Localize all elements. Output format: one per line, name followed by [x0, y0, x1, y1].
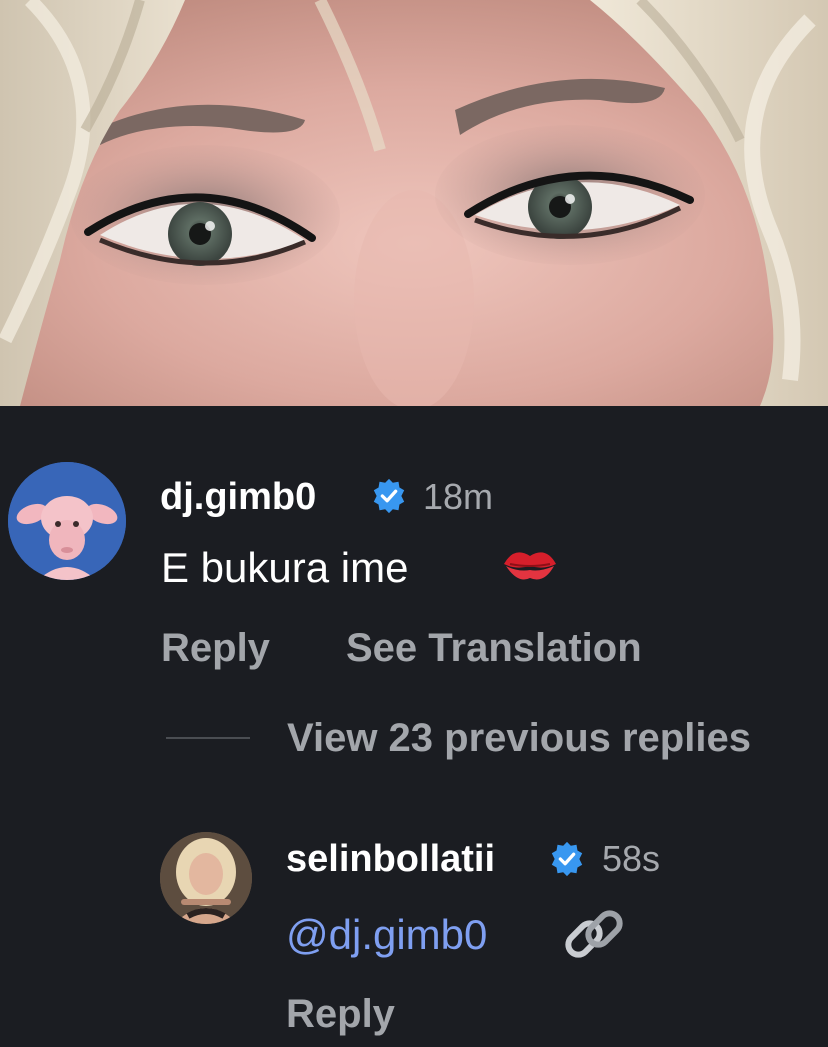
- see-translation-button[interactable]: See Translation: [346, 626, 642, 671]
- replies-divider-line: [166, 737, 250, 739]
- verified-badge-icon: [373, 478, 405, 514]
- comments-section: dj.gimb0 18m E bukura ime Reply See Tran…: [0, 406, 828, 1047]
- post-photo: [0, 0, 828, 406]
- comment-text: E bukura ime: [161, 544, 409, 591]
- comment-username[interactable]: dj.gimb0: [160, 476, 316, 519]
- verified-badge-icon: [551, 841, 583, 877]
- avatar-pink-sheep[interactable]: [8, 462, 126, 580]
- reply-button[interactable]: Reply: [286, 992, 395, 1037]
- face-photo-illustration: [0, 0, 828, 406]
- woman-portrait-icon: [160, 832, 252, 924]
- mention-link[interactable]: @dj.gimb0: [286, 911, 487, 959]
- view-previous-replies-button[interactable]: View 23 previous replies: [287, 716, 751, 761]
- comment-timestamp: 58s: [602, 838, 661, 879]
- comment-timestamp: 18m: [423, 476, 494, 517]
- kiss-mark-icon: [504, 552, 556, 580]
- link-chain-icon: [565, 910, 623, 958]
- comment-username[interactable]: selinbollatii: [286, 838, 495, 881]
- pink-sheep-icon: [8, 462, 126, 580]
- avatar-selinbollatii[interactable]: [160, 832, 252, 924]
- reply-button[interactable]: Reply: [161, 626, 270, 671]
